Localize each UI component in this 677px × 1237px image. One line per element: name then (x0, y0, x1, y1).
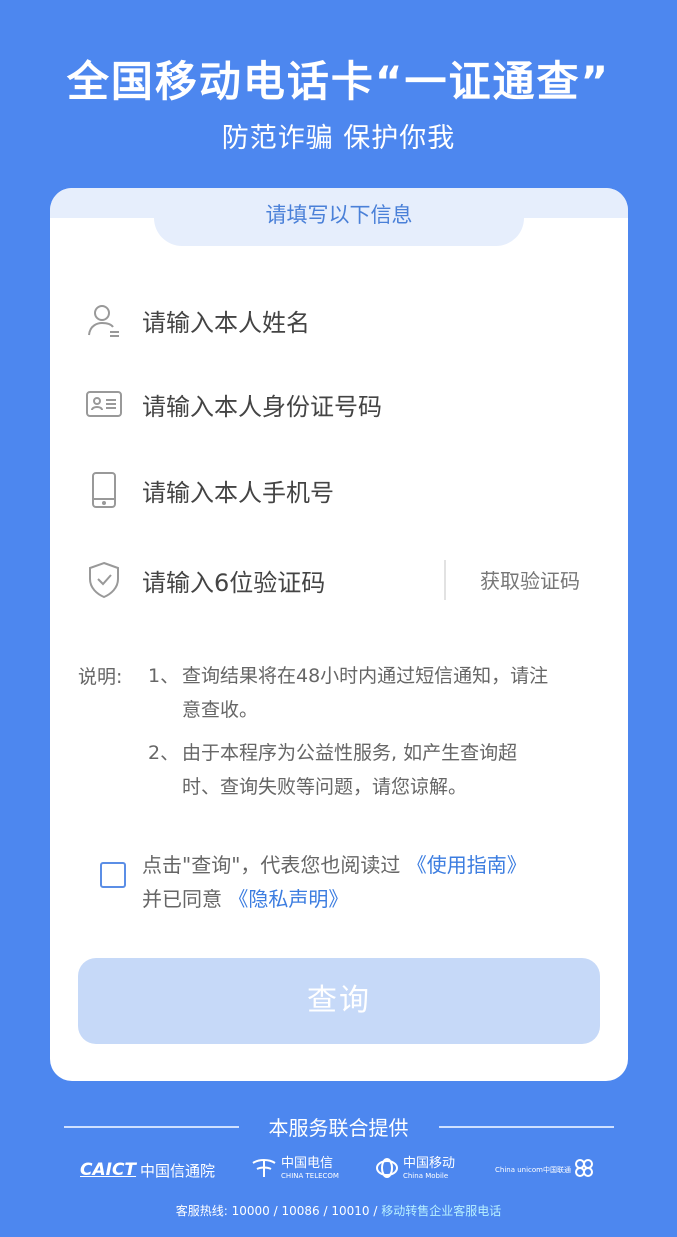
card-tab-wing (518, 188, 628, 218)
name-input[interactable]: 请输入本人姓名 (84, 290, 594, 350)
agreement-text-2: 并已同意 (142, 887, 222, 911)
page-title: 全国移动电话卡“一证通查” (66, 57, 611, 106)
telecom-name: 中国电信 (281, 1156, 334, 1171)
guide-link[interactable]: 《使用指南》 (407, 853, 527, 877)
caict-logo: CAICT 中国信通院 (80, 1160, 215, 1181)
privacy-link[interactable]: 《隐私声明》 (228, 887, 348, 911)
note-item: 2、 由于本程序为公益性服务, 如产生查询超 时、查询失败等问题，请您谅解。 (148, 736, 517, 804)
note-text: 查询结果将在48小时内通过短信通知，请注 (182, 665, 549, 687)
mobile-icon (375, 1156, 399, 1184)
divider-line (438, 1125, 614, 1128)
phone-input[interactable]: 请输入本人手机号 (84, 460, 594, 520)
caict-abbr: CAICT (80, 1160, 137, 1180)
agreement-checkbox[interactable] (100, 862, 126, 888)
name-placeholder: 请输入本人姓名 (142, 308, 310, 337)
code-divider (444, 560, 446, 600)
code-placeholder: 请输入6位验证码 (142, 568, 326, 597)
person-icon (84, 300, 124, 340)
hotline-text: 客服热线: 10000 / 10086 / 10010 / 移动转售企业客服电话 (0, 1202, 677, 1219)
hotline-numbers: 客服热线: 10000 / 10086 / 10010 / (175, 1204, 378, 1218)
unicom-logo: China unicom中国联通 (491, 1156, 597, 1184)
mvno-hotline-link[interactable]: 移动转售企业客服电话 (381, 1204, 501, 1218)
id-placeholder: 请输入本人身份证号码 (142, 392, 382, 421)
mobile-en: China Mobile (402, 1172, 449, 1180)
unicom-knot-icon (571, 1156, 597, 1184)
telecom-en: CHINA TELECOM (281, 1172, 339, 1180)
provided-by-label: 本服务联合提供 (268, 1116, 409, 1140)
id-number-input[interactable]: 请输入本人身份证号码 (84, 374, 594, 434)
agreement-text-1: 点击"查询"，代表您也阅读过 (142, 853, 401, 877)
card-tab-wing (50, 188, 160, 218)
mobile-name: 中国移动 (402, 1156, 455, 1171)
form-section-label: 请填写以下信息 (154, 188, 524, 246)
mobile-logo: 中国移动 China Mobile (375, 1156, 455, 1184)
note-text: 意查收。 (182, 699, 259, 721)
telecom-icon (251, 1157, 277, 1183)
page-subtitle: 防范诈骗 保护你我 (221, 123, 456, 154)
verification-code-input[interactable]: 请输入6位验证码 (84, 550, 424, 610)
footer-heading: 本服务联合提供 (0, 1112, 677, 1141)
telecom-logo: 中国电信 CHINA TELECOM (251, 1157, 339, 1183)
phone-icon (84, 470, 124, 510)
note-text: 由于本程序为公益性服务, 如产生查询超 (182, 742, 518, 764)
notes-label: 说明: (78, 666, 123, 688)
phone-placeholder: 请输入本人手机号 (142, 478, 334, 507)
agreement-text: 点击"查询"，代表您也阅读过 《使用指南》 并已同意 《隐私声明》 (142, 848, 582, 916)
note-number: 1、 (148, 665, 180, 687)
id-card-icon (84, 384, 124, 424)
divider-line (63, 1125, 239, 1128)
note-text: 时、查询失败等问题，请您谅解。 (182, 776, 468, 798)
note-number: 2、 (148, 742, 180, 764)
query-button[interactable]: 查询 (78, 958, 600, 1044)
unicom-en: China unicom中国联通 (495, 1166, 571, 1174)
partner-logos: CAICT 中国信通院 中国电信 CHINA TELECOM 中国移动 Chin… (0, 1150, 677, 1190)
get-code-button[interactable]: 获取验证码 (460, 564, 600, 598)
note-item: 1、 查询结果将在48小时内通过短信通知，请注 意查收。 (148, 659, 548, 727)
query-form-card: 请填写以下信息 请输入本人姓名 请输入本人身份证号码 请输入本人手机号 请输入6… (50, 188, 628, 1081)
shield-icon (84, 560, 124, 600)
caict-name: 中国信通院 (140, 1161, 216, 1180)
